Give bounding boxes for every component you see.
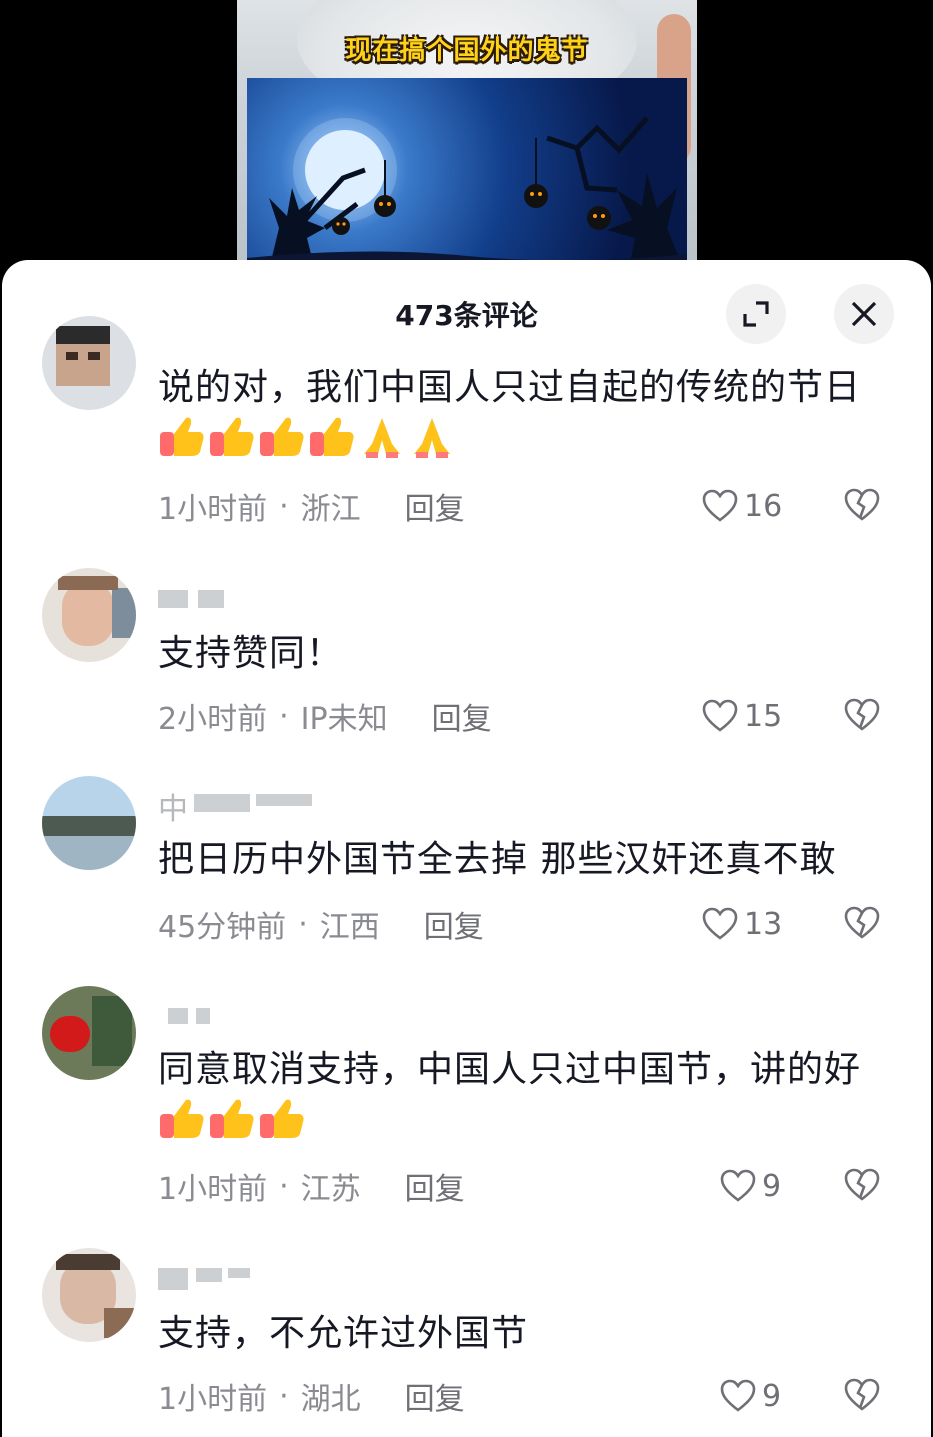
comment-location: 江苏 [300, 1172, 361, 1207]
like-button[interactable]: 13 [702, 904, 782, 944]
folded-hands-emoji [408, 414, 456, 473]
username-redacted[interactable] [158, 1000, 298, 1034]
username-text: 中 [158, 792, 188, 827]
meta-separator: · [279, 698, 289, 734]
meta-separator: · [279, 488, 289, 524]
like-count: 13 [744, 906, 783, 942]
dislike-button[interactable] [844, 698, 880, 736]
comment-text: 说的对，我们中国人只过自起的传统的节日 [158, 362, 878, 473]
thumbs-up-emoji [158, 1096, 206, 1155]
comment-meta: 45分钟前 · 江西 回复 [158, 902, 484, 946]
meta-separator: · [279, 1378, 289, 1414]
reply-button[interactable]: 回复 [405, 1374, 465, 1418]
close-icon [851, 301, 877, 327]
broken-heart-icon [844, 698, 880, 731]
comment-text: 支持，不允许过外国节 [158, 1313, 529, 1354]
comment-text: 把日历中外国节全去掉 那些汉奸还真不敢 [158, 839, 837, 880]
comment-time: 1小时前 [158, 1172, 268, 1207]
comment-meta: 1小时前 · 浙江 回复 [158, 484, 465, 528]
thumbs-up-emoji [208, 414, 256, 473]
comment-meta: 1小时前 · 湖北 回复 [158, 1374, 465, 1418]
expand-icon [743, 301, 769, 327]
username-redacted[interactable] [158, 582, 298, 616]
video-preview[interactable]: 现在搞个国外的鬼节 [237, 0, 697, 275]
thumbs-up-emoji [158, 414, 206, 473]
dislike-button[interactable] [844, 1378, 880, 1416]
like-count: 9 [762, 1168, 782, 1204]
reply-button[interactable]: 回复 [405, 484, 465, 528]
heart-icon [720, 1379, 756, 1412]
thumbs-up-emoji [208, 1096, 256, 1155]
heart-icon [702, 489, 738, 522]
dislike-button[interactable] [844, 906, 880, 944]
comment-time: 2小时前 [158, 702, 268, 737]
comment-count-title: 473条评论 [395, 299, 538, 332]
meta-separator: · [279, 1168, 289, 1204]
username[interactable]: 中 [158, 784, 312, 827]
reply-button[interactable]: 回复 [432, 694, 492, 738]
comment-text: 同意取消支持，中国人只过中国节，讲的好 [158, 1044, 878, 1155]
dislike-button[interactable] [844, 1168, 880, 1206]
reply-button[interactable]: 回复 [405, 1164, 465, 1208]
thumbs-up-emoji [258, 1096, 306, 1155]
comment-location: IP未知 [300, 702, 388, 737]
comment-location: 湖北 [300, 1382, 361, 1417]
comment-location: 江西 [319, 910, 380, 945]
comment-time: 1小时前 [158, 492, 268, 527]
dislike-button[interactable] [844, 488, 880, 526]
video-caption: 现在搞个国外的鬼节 [345, 36, 589, 66]
comment-location: 浙江 [300, 492, 361, 527]
like-button[interactable]: 9 [720, 1376, 781, 1416]
comment-meta: 1小时前 · 江苏 回复 [158, 1164, 465, 1208]
avatar[interactable] [42, 316, 136, 410]
comment-text: 支持赞同！ [158, 633, 344, 674]
broken-heart-icon [844, 1378, 880, 1411]
comment-meta: 2小时前 · IP未知 回复 [158, 694, 492, 738]
thumbs-up-emoji [308, 414, 356, 473]
halloween-scene-image [247, 78, 687, 275]
avatar[interactable] [42, 1248, 136, 1342]
heart-icon [702, 699, 738, 732]
broken-heart-icon [844, 1168, 880, 1201]
reply-button[interactable]: 回复 [424, 902, 484, 946]
comment-time: 1小时前 [158, 1382, 268, 1417]
like-button[interactable]: 16 [702, 486, 782, 526]
avatar[interactable] [42, 986, 136, 1080]
avatar[interactable] [42, 568, 136, 662]
heart-icon [702, 907, 738, 940]
username-redacted[interactable] [158, 1262, 298, 1296]
comment-time: 45分钟前 [158, 910, 287, 945]
like-count: 15 [744, 698, 783, 734]
like-count: 16 [744, 488, 783, 524]
thumbs-up-emoji [258, 414, 306, 473]
broken-heart-icon [844, 488, 880, 521]
heart-icon [720, 1169, 756, 1202]
broken-heart-icon [844, 906, 880, 939]
avatar[interactable] [42, 776, 136, 870]
like-button[interactable]: 15 [702, 696, 782, 736]
comment-sheet: 473条评论 说的对，我们中国人只过自起的传统的节日 1小时前 · 浙江 回复 … [2, 260, 931, 1437]
close-button[interactable] [834, 284, 894, 344]
folded-hands-emoji [358, 414, 406, 473]
expand-button[interactable] [726, 284, 786, 344]
like-button[interactable]: 9 [720, 1166, 781, 1206]
meta-separator: · [298, 906, 308, 942]
like-count: 9 [762, 1378, 782, 1414]
